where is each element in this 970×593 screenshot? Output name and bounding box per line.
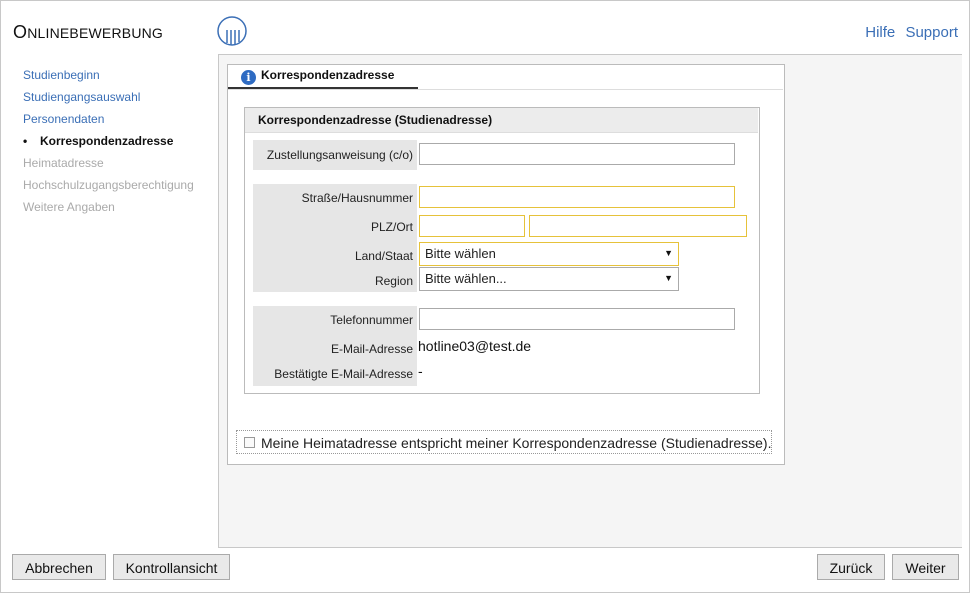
support-link[interactable]: Support bbox=[905, 24, 958, 41]
cancel-button[interactable]: Abbrechen bbox=[12, 554, 106, 580]
same-address-checkbox[interactable] bbox=[244, 437, 255, 448]
top-links: Hilfe Support bbox=[859, 24, 958, 41]
info-icon: i bbox=[241, 70, 256, 85]
sidebar-nav: Studienbeginn Studiengangsauswahl Person… bbox=[23, 66, 194, 220]
plz-ort-label: PLZ/Ort bbox=[370, 220, 413, 234]
email-confirmed-label: Bestätigte E-Mail-Adresse bbox=[274, 367, 413, 381]
chevron-down-icon: ▼ bbox=[664, 273, 673, 283]
ort-input[interactable] bbox=[529, 215, 747, 237]
country-label: Land/Staat bbox=[354, 249, 413, 263]
co-label: Zustellungsanweisung (c/o) bbox=[266, 148, 413, 162]
region-select[interactable]: Bitte wählen... ▼ bbox=[419, 267, 679, 291]
country-select-value: Bitte wählen bbox=[425, 246, 496, 261]
sidebar-item-korrespondenzadresse: • Korrespondenzadresse bbox=[23, 132, 194, 154]
sidebar-item-personendaten[interactable]: Personendaten bbox=[23, 110, 194, 132]
sidebar-item-hochschulzugangsberechtigung: Hochschulzugangsberechtigung bbox=[23, 178, 194, 192]
tab-korrespondenzadresse[interactable]: i Korrespondenzadresse bbox=[228, 65, 418, 89]
plz-input[interactable] bbox=[419, 215, 525, 237]
app-title: ONLINEBEWERBUNG bbox=[13, 22, 164, 42]
back-button[interactable]: Zurück bbox=[817, 554, 885, 580]
same-address-checkbox-row[interactable]: Meine Heimatadresse entspricht meiner Ko… bbox=[236, 430, 772, 454]
street-input[interactable] bbox=[419, 186, 735, 208]
co-input[interactable] bbox=[419, 143, 735, 165]
sidebar-item-heimatadresse: Heimatadresse bbox=[23, 156, 104, 170]
region-label: Region bbox=[374, 274, 413, 288]
sidebar-item-studiengangsauswahl[interactable]: Studiengangsauswahl bbox=[23, 88, 194, 110]
fieldset-title: Korrespondenzadresse (Studienadresse) bbox=[258, 113, 493, 127]
chevron-down-icon: ▼ bbox=[664, 248, 673, 258]
email-value: hotline03@test.de bbox=[418, 338, 532, 354]
email-confirmed-value: - bbox=[418, 363, 423, 379]
fieldset-header: Korrespondenzadresse (Studienadresse) bbox=[245, 108, 758, 133]
street-label: Straße/Hausnummer bbox=[301, 191, 413, 205]
review-button[interactable]: Kontrollansicht bbox=[113, 554, 230, 580]
country-select[interactable]: Bitte wählen ▼ bbox=[419, 242, 679, 266]
active-bullet: • bbox=[23, 134, 28, 148]
sidebar-item-studienbeginn[interactable]: Studienbeginn bbox=[23, 66, 194, 88]
sidebar-item-label: Korrespondenzadresse bbox=[40, 134, 174, 148]
region-select-value: Bitte wählen... bbox=[425, 271, 507, 286]
next-button[interactable]: Weiter bbox=[892, 554, 959, 580]
university-logo bbox=[217, 16, 247, 46]
sidebar-item-weitere-angaben: Weitere Angaben bbox=[23, 200, 115, 214]
help-link[interactable]: Hilfe bbox=[865, 24, 895, 41]
same-address-label[interactable]: Meine Heimatadresse entspricht meiner Ko… bbox=[261, 435, 771, 451]
phone-label: Telefonnummer bbox=[330, 313, 413, 327]
phone-input[interactable] bbox=[419, 308, 735, 330]
tab-divider bbox=[228, 89, 783, 90]
email-label: E-Mail-Adresse bbox=[330, 342, 413, 356]
tab-label: Korrespondenzadresse bbox=[261, 68, 395, 82]
